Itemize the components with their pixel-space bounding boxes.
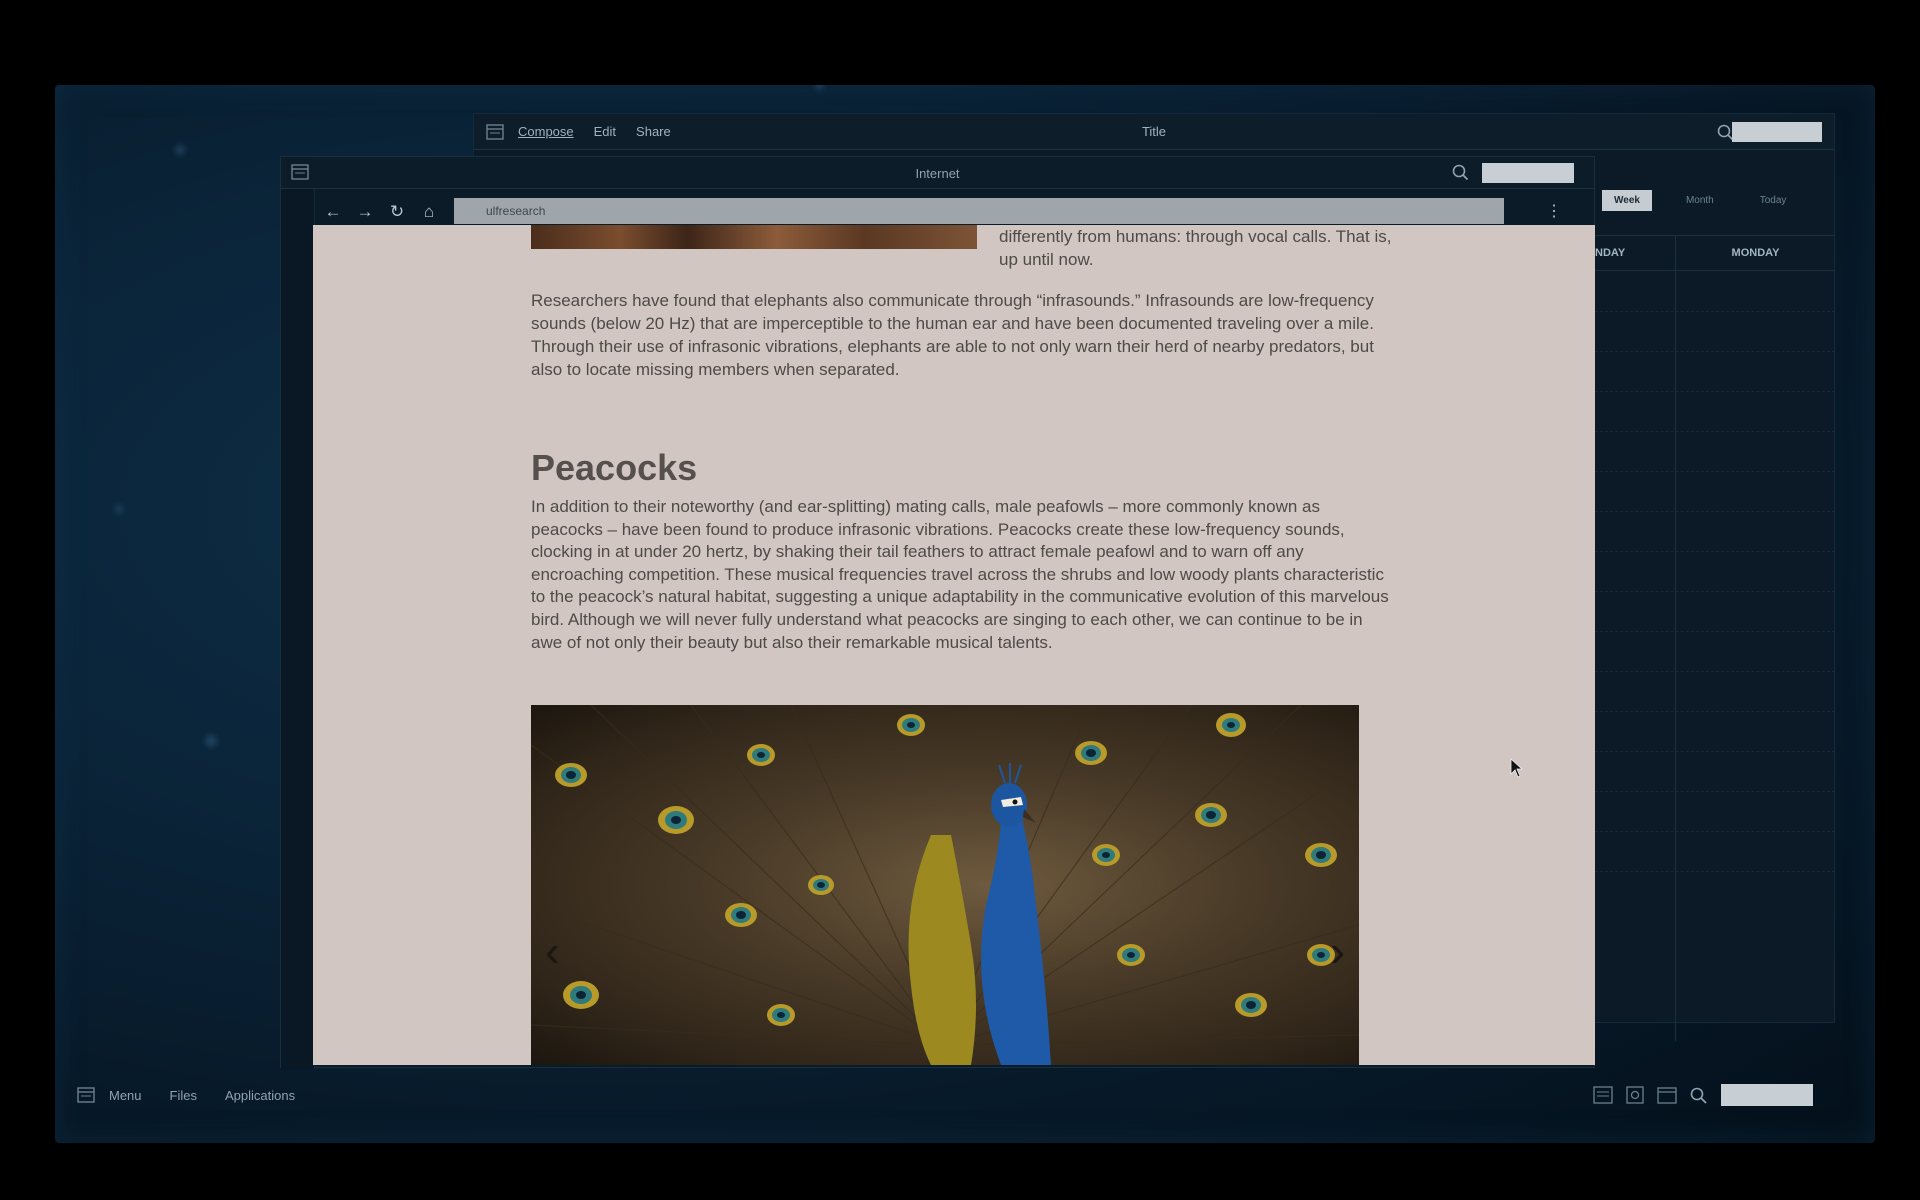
bokeh-light bbox=[815, 85, 824, 90]
calendar-column-sunday: NDAY bbox=[1595, 247, 1626, 259]
window-icon bbox=[486, 123, 504, 140]
browser-window: Internet ← → ↻ ⌂ ⋮ differently from huma… bbox=[280, 156, 1595, 1069]
carousel-prev-arrow-icon[interactable]: ‹ bbox=[545, 930, 560, 974]
mail-action-button[interactable] bbox=[1732, 122, 1822, 142]
calendar-row-line bbox=[1595, 791, 1835, 792]
article-paragraph: In addition to their noteworthy (and ear… bbox=[531, 497, 1389, 652]
calendar-row-line bbox=[1595, 511, 1835, 512]
calendar-row-line bbox=[1595, 631, 1835, 632]
article-text: differently from humans: through vocal c… bbox=[999, 227, 1392, 269]
browser-titlebar: Internet bbox=[281, 157, 1594, 189]
menu-share[interactable]: Share bbox=[636, 124, 671, 139]
peacock-illustration bbox=[531, 705, 1359, 1065]
calendar-row-line bbox=[1595, 671, 1835, 672]
bokeh-light bbox=[205, 735, 217, 747]
section-heading: Peacocks bbox=[531, 447, 698, 488]
peacock-photo: ‹ › bbox=[531, 705, 1359, 1065]
calendar-grid bbox=[1595, 271, 1835, 1041]
web-page: differently from humans: through vocal c… bbox=[313, 225, 1595, 1065]
menu-edit[interactable]: Edit bbox=[594, 124, 616, 139]
calendar-row-line bbox=[1595, 751, 1835, 752]
bokeh-light bbox=[175, 145, 185, 155]
forward-arrow-icon[interactable]: → bbox=[349, 202, 381, 222]
search-icon[interactable] bbox=[1451, 163, 1469, 181]
calendar-column-monday: MONDAY bbox=[1675, 235, 1835, 271]
calendar-row-line bbox=[1595, 591, 1835, 592]
mouse-cursor-icon bbox=[1510, 758, 1524, 778]
calendar-row-line bbox=[1595, 431, 1835, 432]
elephant-image bbox=[531, 225, 977, 249]
tab-week[interactable]: Week bbox=[1602, 190, 1652, 211]
tab-today[interactable]: Today bbox=[1748, 190, 1799, 211]
calendar-header: NDAY MONDAY bbox=[1595, 235, 1835, 271]
calendar-row-line bbox=[1595, 471, 1835, 472]
carousel-next-arrow-icon[interactable]: › bbox=[1330, 930, 1345, 974]
more-menu-icon[interactable]: ⋮ bbox=[1546, 201, 1562, 221]
browser-sidebar bbox=[281, 189, 315, 1069]
mail-titlebar: Compose Edit Share Title bbox=[474, 114, 1834, 150]
url-input[interactable] bbox=[454, 198, 1504, 224]
taskbar-menu[interactable]: Menu bbox=[109, 1088, 142, 1103]
tab-month[interactable]: Month bbox=[1674, 190, 1726, 211]
article-paragraph: Researchers have found that elephants al… bbox=[531, 291, 1374, 379]
mail-title: Title bbox=[1141, 124, 1167, 139]
calendar-panel: Week Month Today NDAY MONDAY bbox=[1595, 170, 1835, 1050]
back-arrow-icon[interactable]: ← bbox=[317, 202, 349, 222]
calendar-row-line bbox=[1595, 311, 1835, 312]
settings-icon[interactable] bbox=[1625, 1086, 1645, 1104]
calendar-row-line bbox=[1595, 711, 1835, 712]
calendar-row-line bbox=[1595, 391, 1835, 392]
search-icon[interactable] bbox=[1689, 1086, 1709, 1104]
document-icon[interactable] bbox=[1593, 1086, 1613, 1104]
taskbar: Menu Files Applications bbox=[55, 1070, 1875, 1120]
calendar-divider bbox=[1675, 271, 1676, 1041]
calendar-tabs: Week Month Today bbox=[1602, 190, 1798, 211]
start-menu-icon[interactable] bbox=[77, 1087, 95, 1103]
reload-icon[interactable]: ↻ bbox=[381, 202, 413, 222]
calendar-row-line bbox=[1595, 551, 1835, 552]
calendar-row-line bbox=[1595, 351, 1835, 352]
system-tray bbox=[1593, 1084, 1813, 1106]
home-icon[interactable]: ⌂ bbox=[413, 202, 445, 222]
taskbar-applications[interactable]: Applications bbox=[225, 1088, 295, 1103]
browser-title: Internet bbox=[915, 166, 960, 181]
bokeh-light bbox=[115, 505, 123, 513]
taskbar-files[interactable]: Files bbox=[170, 1088, 197, 1103]
calendar-row-line bbox=[1595, 871, 1835, 872]
calendar-icon[interactable] bbox=[1657, 1086, 1677, 1104]
calendar-row-line bbox=[1595, 831, 1835, 832]
tray-action-button[interactable] bbox=[1721, 1084, 1813, 1106]
menu-compose[interactable]: Compose bbox=[518, 124, 574, 139]
browser-action-button[interactable] bbox=[1482, 163, 1574, 183]
